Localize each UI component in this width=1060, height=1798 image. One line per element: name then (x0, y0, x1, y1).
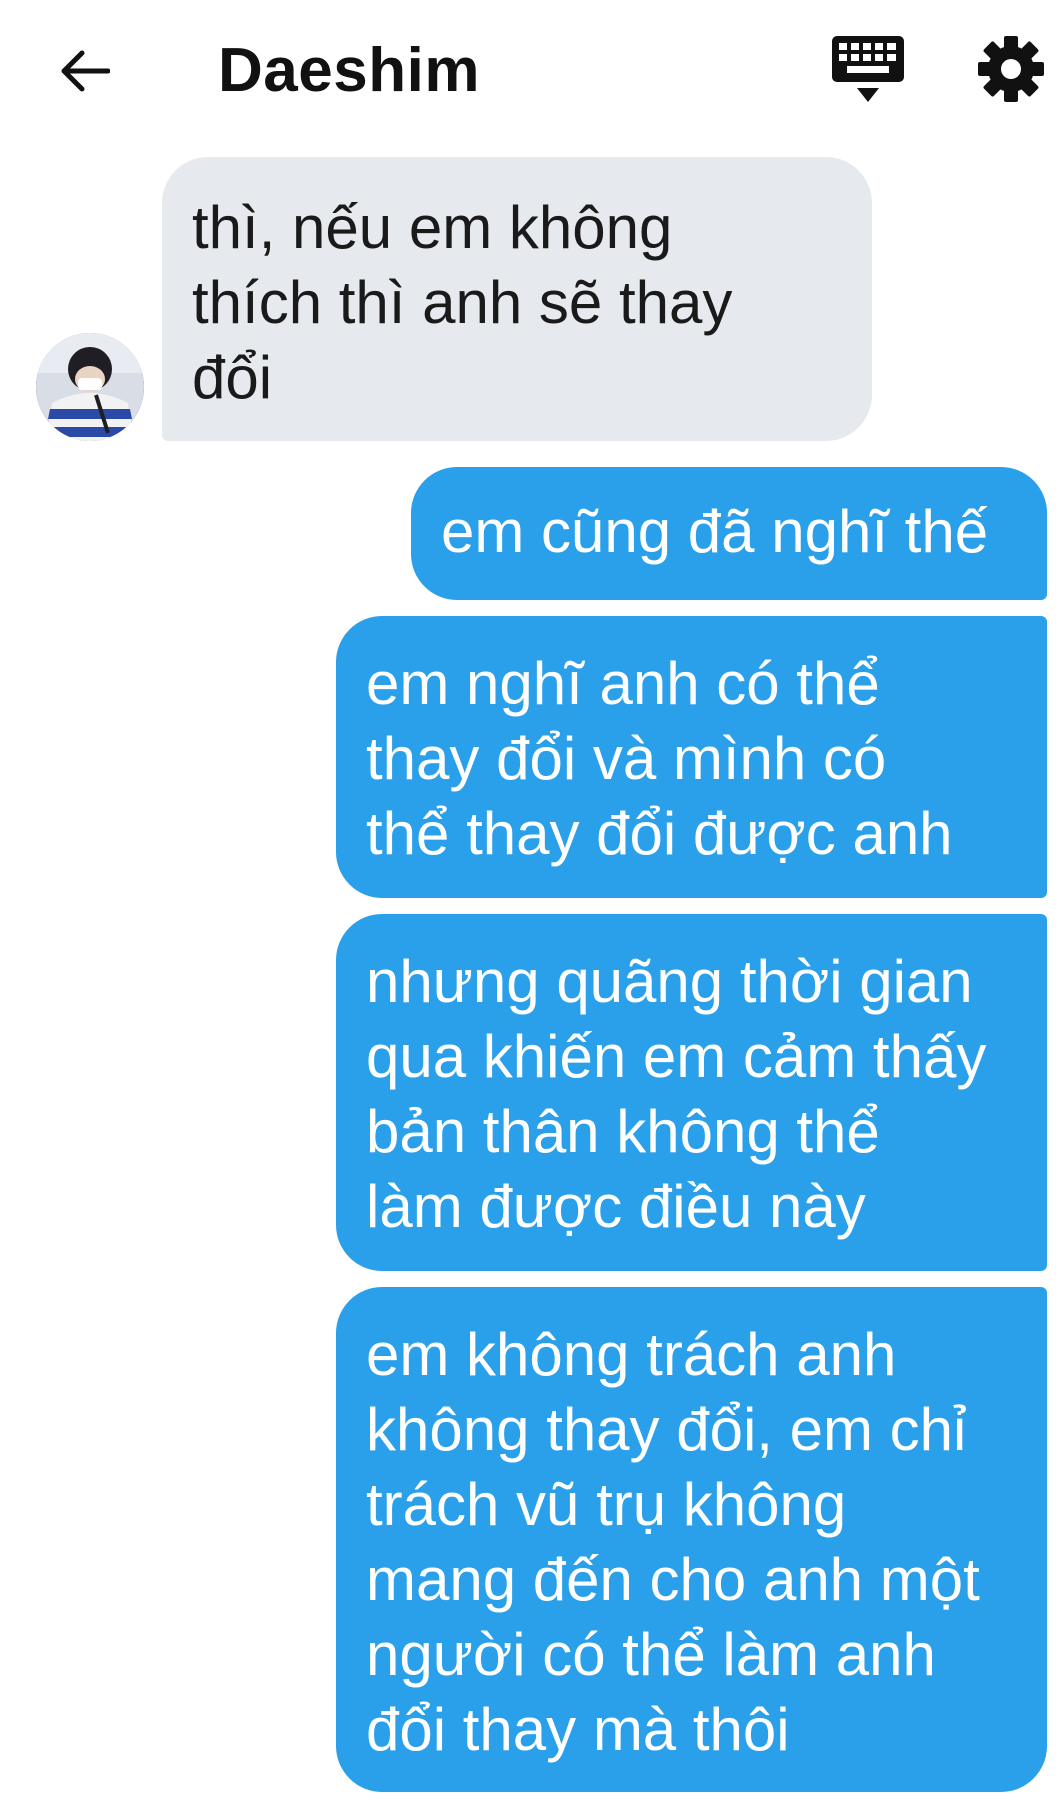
settings-button[interactable] (976, 34, 1046, 104)
message-bubble-sent: em nghĩ anh có thể thay đổi và mình có t… (336, 616, 1047, 898)
avatar-photo (36, 333, 144, 441)
message-bubble-sent: nhưng quãng thời gian qua khiến em cảm t… (336, 914, 1047, 1271)
message-bubble-received: thì, nếu em không thích thì anh sẽ thay … (162, 157, 872, 441)
back-button[interactable] (50, 36, 120, 106)
arrow-left-icon (61, 50, 110, 92)
message-bubble-sent: em cũng đã nghĩ thế (411, 467, 1047, 600)
keyboard-icon (832, 36, 904, 102)
message-bubble-sent: em không trách anh không thay đổi, em ch… (336, 1287, 1047, 1792)
conversation-title: Daeshim (218, 36, 480, 105)
contact-avatar[interactable] (36, 333, 144, 441)
chat-header: Daeshim (0, 0, 1060, 140)
gear-icon (978, 36, 1044, 102)
keyboard-button[interactable] (830, 34, 906, 106)
